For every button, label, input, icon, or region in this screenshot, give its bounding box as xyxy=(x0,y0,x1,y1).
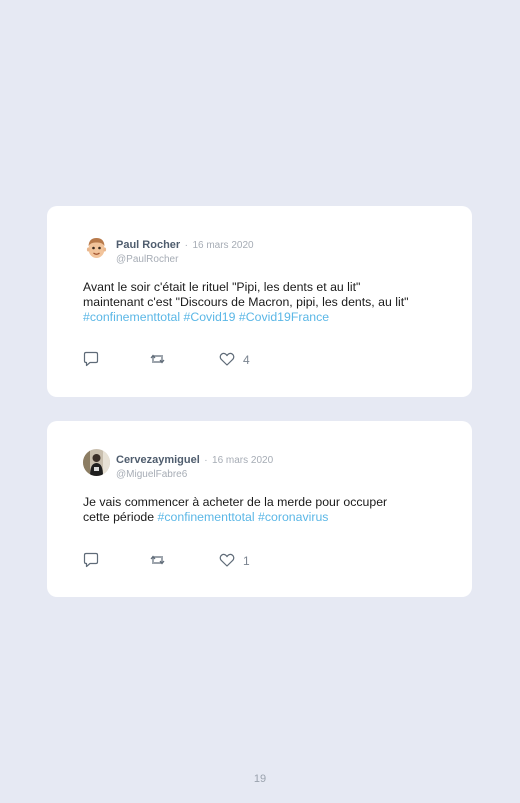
tweet-date[interactable]: 16 mars 2020 xyxy=(212,455,273,466)
tweet-text: Avant le soir c'était le rituel "Pipi, l… xyxy=(83,280,453,325)
tweet-text-line: maintenant c'est "Discours de Macron, pi… xyxy=(83,295,409,309)
tweet-text: Je vais commencer à acheter de la merde … xyxy=(83,495,453,525)
tweet-text-fragment: cette période xyxy=(83,510,155,524)
author-name[interactable]: Cervezaymiguel xyxy=(116,454,200,466)
separator: · xyxy=(184,240,188,251)
like-count: 4 xyxy=(243,353,250,367)
hashtag-link[interactable]: #coronavirus xyxy=(258,510,328,524)
reply-icon[interactable] xyxy=(83,552,99,568)
separator: · xyxy=(204,455,208,466)
heart-icon[interactable] xyxy=(219,351,235,367)
heart-icon[interactable] xyxy=(219,552,235,568)
like-count: 1 xyxy=(243,554,250,568)
tweet-text-line: Je vais commencer à acheter de la merde … xyxy=(83,495,388,509)
tweet-meta: Paul Rocher · 16 mars 2020 @PaulRocher xyxy=(116,235,254,265)
retweet-icon[interactable] xyxy=(149,552,166,568)
hashtag-link[interactable]: #Covid19 xyxy=(184,310,236,324)
author-name[interactable]: Paul Rocher xyxy=(116,239,180,251)
author-handle[interactable]: @MiguelFabre6 xyxy=(116,469,273,480)
retweet-icon[interactable] xyxy=(149,351,166,367)
tweet-card: Cervezaymiguel · 16 mars 2020 @MiguelFab… xyxy=(47,421,472,597)
tweet-text-line: Avant le soir c'était le rituel "Pipi, l… xyxy=(83,280,361,294)
avatar[interactable] xyxy=(83,449,110,476)
tweet-text-line: cette période #confinementtotal #coronav… xyxy=(83,510,453,525)
page-number: 19 xyxy=(253,773,267,785)
tweet-meta: Cervezaymiguel · 16 mars 2020 @MiguelFab… xyxy=(116,450,273,480)
reply-icon[interactable] xyxy=(83,351,99,367)
hashtag-line: #confinementtotal #Covid19 #Covid19Franc… xyxy=(83,310,453,325)
hashtag-link[interactable]: #confinementtotal xyxy=(158,510,255,524)
hashtag-link[interactable]: #confinementtotal xyxy=(83,310,180,324)
avatar[interactable] xyxy=(83,234,110,261)
author-handle[interactable]: @PaulRocher xyxy=(116,254,254,265)
hashtag-link[interactable]: #Covid19France xyxy=(239,310,329,324)
tweet-card: Paul Rocher · 16 mars 2020 @PaulRocher A… xyxy=(47,206,472,397)
tweet-date[interactable]: 16 mars 2020 xyxy=(192,240,253,251)
